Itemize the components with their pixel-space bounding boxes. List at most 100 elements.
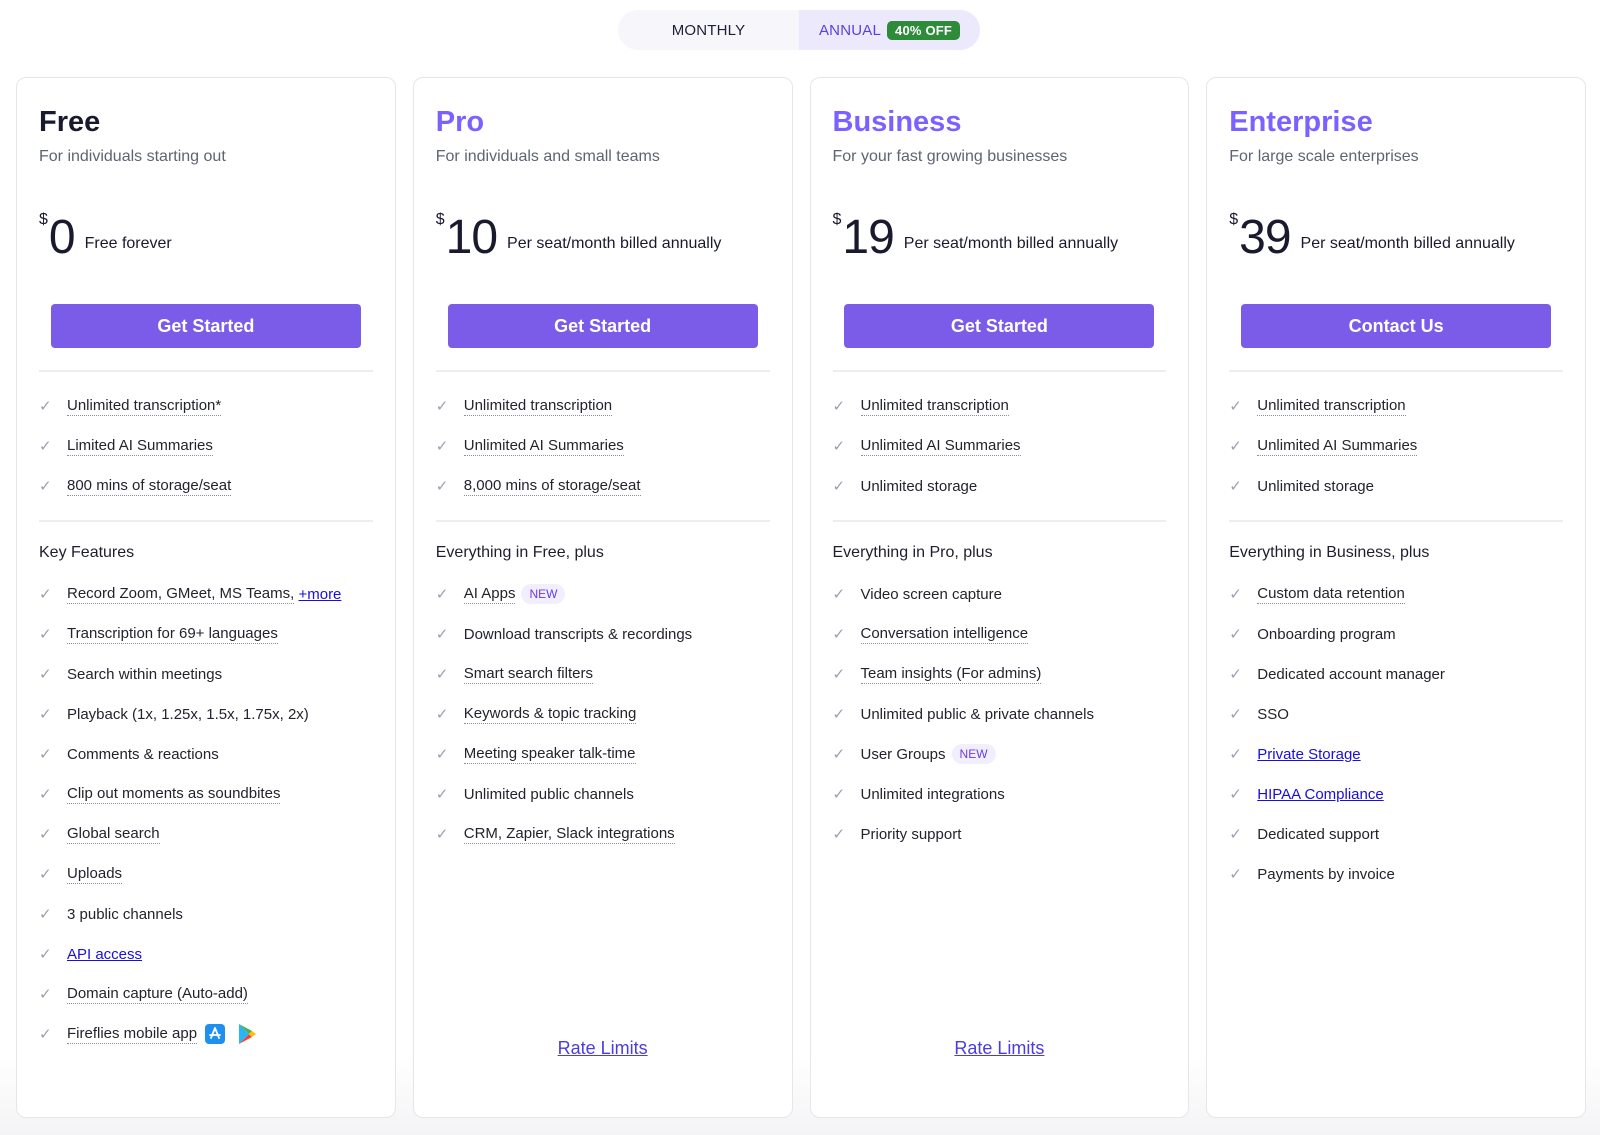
check-icon: ✓ — [39, 666, 52, 683]
divider — [39, 370, 373, 372]
pro-cta-button[interactable]: Get Started — [447, 304, 758, 348]
feature-label[interactable]: Smart search filters — [463, 665, 593, 684]
feature-label[interactable]: Unlimited AI Summaries — [463, 437, 624, 456]
currency-symbol: $ — [435, 211, 445, 228]
feature-label[interactable]: 8,000 mins of storage/seat — [463, 477, 641, 496]
feature-label[interactable]: Uploads — [67, 865, 123, 884]
feature-item: ✓ SSO — [1229, 694, 1563, 734]
price-amount: 0 — [48, 211, 76, 264]
feature-label: Unlimited storage — [860, 477, 978, 495]
feature-label: Unlimited storage — [1257, 477, 1374, 495]
check-icon: ✓ — [39, 826, 52, 843]
check-icon: ✓ — [832, 746, 846, 763]
google-play-icon[interactable] — [237, 1023, 257, 1045]
feature-section-title: Everything in Pro, plus — [832, 544, 993, 561]
billing-option-monthly[interactable]: MONTHLY — [618, 10, 799, 50]
check-icon: ✓ — [832, 438, 846, 455]
divider — [1229, 520, 1563, 522]
feature-label[interactable]: Unlimited transcription* — [67, 397, 222, 416]
check-icon: ✓ — [435, 626, 449, 643]
enterprise-cta-button[interactable]: Contact Us — [1241, 304, 1552, 348]
plan-card-business: Business For your fast growing businesses… — [809, 77, 1190, 1118]
feature-label[interactable]: Keywords & topic tracking — [463, 705, 637, 724]
billing-option-monthly-label: MONTHLY — [671, 21, 746, 39]
billing-option-annual-label: ANNUAL — [818, 21, 882, 39]
feature-item: ✓ User Groups NEW — [833, 734, 1167, 774]
check-icon: ✓ — [1229, 786, 1242, 803]
billing-option-annual[interactable]: ANNUAL 40% OFF — [799, 10, 980, 50]
feature-label[interactable]: Meeting speaker talk-time — [463, 745, 636, 764]
feature-label[interactable]: Unlimited AI Summaries — [1257, 437, 1418, 456]
check-icon: ✓ — [39, 586, 52, 603]
check-icon: ✓ — [1229, 746, 1242, 763]
feature-label[interactable]: Conversation intelligence — [860, 625, 1029, 644]
feature-section-title: Everything in Business, plus — [1229, 544, 1430, 561]
feature-label[interactable]: Unlimited AI Summaries — [860, 437, 1021, 456]
check-icon: ✓ — [832, 626, 846, 643]
price-amount: 39 — [1239, 211, 1291, 264]
feature-label[interactable]: Unlimited transcription — [463, 397, 613, 416]
feature-label[interactable]: Domain capture (Auto-add) — [67, 985, 248, 1004]
check-icon: ✓ — [832, 586, 846, 603]
feature-list: ✓ Video screen capture ✓ Conversation inte… — [833, 574, 1167, 854]
feature-item: ✓ Fireflies mobile app — [39, 1014, 373, 1054]
new-badge: NEW — [521, 584, 566, 604]
feature-label: Search within meetings — [67, 665, 223, 683]
core-feature-list: ✓ Unlimited transcription ✓ Unlimited AI… — [833, 386, 1167, 506]
core-feature-item: ✓ Unlimited transcription* — [39, 386, 373, 426]
feature-label: Download transcripts & recordings — [463, 625, 693, 643]
feature-label[interactable]: Clip out moments as soundbites — [67, 785, 281, 804]
feature-item: ✓ Dedicated account manager — [1229, 654, 1563, 694]
feature-label[interactable]: Fireflies mobile app — [67, 1025, 198, 1044]
free-cta-button[interactable]: Get Started — [50, 304, 361, 348]
core-feature-item: ✓ Unlimited transcription — [436, 386, 770, 426]
feature-link[interactable]: API access — [67, 946, 142, 963]
feature-label[interactable]: Unlimited transcription — [1257, 397, 1406, 416]
more-integrations-link[interactable]: +more — [298, 586, 341, 603]
check-icon: ✓ — [1229, 666, 1242, 683]
feature-list: ✓ AI Apps NEW ✓ Download transcripts & reco… — [436, 574, 770, 854]
plan-description: For individuals and small teams — [435, 148, 660, 165]
feature-label[interactable]: 800 mins of storage/seat — [67, 477, 232, 496]
core-feature-item: ✓ Limited AI Summaries — [39, 426, 373, 466]
core-feature-item: ✓ Unlimited transcription — [1229, 386, 1563, 426]
currency-symbol: $ — [39, 211, 48, 228]
plan-description: For large scale enterprises — [1229, 148, 1419, 165]
app-store-icon[interactable] — [205, 1024, 226, 1044]
feature-label[interactable]: Limited AI Summaries — [67, 437, 213, 456]
price-amount: 19 — [842, 211, 894, 264]
core-feature-list: ✓ Unlimited transcription ✓ Unlimited AI… — [1229, 386, 1563, 506]
rate-limits-link[interactable]: Rate Limits — [414, 1038, 792, 1059]
feature-label[interactable]: Global search — [67, 825, 160, 844]
check-icon: ✓ — [832, 826, 846, 843]
price-note: Free forever — [84, 235, 172, 252]
check-icon: ✓ — [435, 706, 449, 723]
divider — [1229, 370, 1563, 372]
feature-label[interactable]: Custom data retention — [1257, 585, 1405, 604]
feature-item: ✓ Onboarding program — [1229, 614, 1563, 654]
feature-label: Onboarding program — [1257, 625, 1396, 643]
price-row: $ 19 Per seat/month billed annually — [833, 211, 1167, 264]
feature-item: ✓ Transcription for 69+ languages — [39, 614, 373, 654]
feature-label: Playback (1x, 1.25x, 1.5x, 1.75x, 2x) — [67, 705, 309, 723]
feature-item: ✓ AI Apps NEW — [436, 574, 770, 614]
feature-link[interactable]: HIPAA Compliance — [1257, 786, 1383, 803]
divider — [435, 370, 770, 372]
feature-link[interactable]: Private Storage — [1257, 746, 1360, 763]
feature-item: ✓ Clip out moments as soundbites — [39, 774, 373, 814]
feature-label[interactable]: CRM, Zapier, Slack integrations — [463, 825, 675, 844]
core-feature-item: ✓ 8,000 mins of storage/seat — [436, 466, 770, 506]
check-icon: ✓ — [435, 666, 449, 683]
check-icon: ✓ — [1229, 626, 1242, 643]
core-feature-item: ✓ Unlimited AI Summaries — [436, 426, 770, 466]
feature-label: Unlimited public & private channels — [860, 705, 1094, 723]
business-cta-button[interactable]: Get Started — [844, 304, 1155, 348]
feature-label[interactable]: Record Zoom, GMeet, MS Teams, — [67, 585, 295, 604]
feature-item: ✓ Unlimited integrations — [833, 774, 1167, 814]
feature-label[interactable]: Team insights (For admins) — [860, 665, 1042, 684]
feature-section-title: Everything in Free, plus — [435, 544, 604, 561]
rate-limits-link[interactable]: Rate Limits — [811, 1038, 1189, 1059]
feature-label[interactable]: Unlimited transcription — [860, 397, 1009, 416]
feature-label[interactable]: AI Apps — [463, 585, 516, 604]
feature-label[interactable]: Transcription for 69+ languages — [67, 625, 278, 644]
